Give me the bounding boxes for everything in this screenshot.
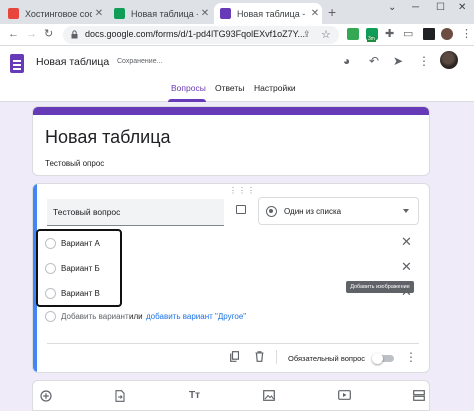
form-title-card: Новая таблица Тестовый опрос	[32, 106, 430, 176]
palette-icon[interactable]: ◕	[343, 54, 350, 68]
google-forms-logo-icon[interactable]	[10, 54, 24, 73]
add-question-icon[interactable]	[40, 390, 52, 402]
add-image-icon[interactable]	[236, 205, 246, 214]
question-type-select[interactable]: Один из списка	[258, 197, 419, 225]
add-title-icon[interactable]: Tт	[189, 390, 200, 402]
floating-toolbar: Tт	[32, 380, 430, 411]
options-highlight-frame	[36, 229, 122, 307]
reading-list-icon[interactable]: ▭	[403, 28, 413, 40]
delete-icon[interactable]	[255, 351, 264, 362]
minimize-icon[interactable]: ─	[412, 2, 419, 13]
extension-check-icon[interactable]	[347, 28, 359, 40]
required-toggle[interactable]	[372, 353, 394, 364]
new-tab-icon[interactable]: +	[328, 5, 336, 19]
save-status: Сохранение...	[117, 58, 163, 65]
title-card-accent	[33, 107, 429, 115]
question-input[interactable]: Тестовый вопрос	[47, 199, 224, 226]
remove-option-icon[interactable]: ✕	[401, 235, 412, 249]
remove-option-icon[interactable]: ✕	[401, 260, 412, 274]
tab-responses[interactable]: Ответы	[215, 83, 244, 93]
url-field[interactable]: docs.google.com/forms/d/1-pd4lTG93FqolEX…	[63, 26, 339, 44]
more-vert-icon[interactable]: ⋮	[418, 54, 430, 68]
close-tab-icon[interactable]: ✕	[198, 8, 212, 19]
send-icon[interactable]: ➤	[393, 54, 403, 68]
add-other-link[interactable]: добавить вариант "Другое"	[146, 312, 246, 321]
add-option-link[interactable]: Добавить вариант	[61, 312, 129, 321]
forms-header: Новая таблица Сохранение... ◕ ↶ ➤ ⋮ Вопр…	[0, 46, 474, 102]
form-title[interactable]: Новая таблица	[45, 127, 171, 148]
sheets-favicon-icon	[114, 8, 125, 19]
question-type-label: Один из списка	[284, 207, 342, 216]
required-label: Обязательный вопрос	[288, 354, 366, 363]
close-tab-icon[interactable]: ✕	[308, 8, 322, 19]
url-text: docs.google.com/forms/d/1-pd4lTG93FqolEX…	[85, 29, 305, 39]
lock-icon	[71, 30, 78, 39]
document-title[interactable]: Новая таблица	[36, 56, 109, 68]
undo-icon[interactable]: ↶	[369, 54, 379, 68]
tab-title: Хостинговое сообщество	[25, 8, 92, 19]
form-description[interactable]: Тестовый опрос	[45, 159, 104, 168]
browser-menu-icon[interactable]: ⋮	[461, 28, 472, 40]
back-icon[interactable]: ←	[8, 28, 19, 40]
footer-separator	[276, 350, 277, 364]
tab-settings[interactable]: Настройки	[254, 83, 296, 93]
tab-search-icon[interactable]: ⌄	[388, 2, 396, 13]
forward-icon[interactable]: →	[26, 28, 37, 40]
radio-circle-icon	[45, 311, 56, 322]
address-bar: ← → ↻ docs.google.com/forms/d/1-pd4lTG93…	[0, 24, 474, 46]
active-tab-indicator	[168, 99, 206, 102]
browser-tab-sheets[interactable]: Новая таблица - Google Таблицы ✕	[108, 3, 212, 24]
import-questions-icon[interactable]	[115, 390, 125, 402]
radio-button-icon	[266, 206, 277, 217]
footer-divider	[47, 343, 419, 344]
browser-tab-forms[interactable]: Новая таблица - Google Формы ✕	[214, 3, 322, 24]
maximize-icon[interactable]: ☐	[436, 2, 445, 13]
extension-badge: 3m	[367, 36, 376, 42]
add-image-toolbar-icon[interactable]	[263, 390, 275, 401]
hosting-favicon-icon	[8, 8, 19, 19]
forms-favicon-icon	[220, 8, 231, 19]
add-video-icon[interactable]	[338, 390, 351, 400]
more-options-icon[interactable]: ⋮	[405, 350, 417, 364]
extensions-puzzle-icon[interactable]: ✚	[385, 28, 394, 40]
tab-title: Новая таблица - Google Формы	[237, 8, 308, 19]
avatar[interactable]	[440, 51, 458, 69]
extension-dark-icon[interactable]	[423, 28, 435, 40]
reload-icon[interactable]: ↻	[44, 28, 53, 40]
dropdown-caret-icon	[403, 209, 409, 213]
tab-questions[interactable]: Вопросы	[171, 83, 206, 93]
profile-avatar-icon[interactable]	[441, 28, 453, 40]
browser-tab-bar: Хостинговое сообщество ✕ Новая таблица -…	[0, 0, 474, 24]
add-image-tooltip: Добавить изображение	[346, 281, 414, 293]
or-text: или	[129, 312, 143, 321]
window-close-icon[interactable]: ✕	[458, 2, 466, 13]
duplicate-icon[interactable]	[230, 351, 239, 362]
browser-tab-hosting[interactable]: Хостинговое сообщество ✕	[2, 3, 106, 24]
add-section-icon[interactable]	[413, 390, 425, 401]
share-icon[interactable]: ⇪	[303, 29, 311, 40]
drag-handle-icon[interactable]: ⋮⋮⋮	[229, 186, 256, 195]
close-tab-icon[interactable]: ✕	[92, 8, 106, 19]
bookmark-star-icon[interactable]: ☆	[321, 28, 331, 41]
tab-title: Новая таблица - Google Таблицы	[131, 8, 198, 19]
question-text: Тестовый вопрос	[53, 207, 121, 217]
